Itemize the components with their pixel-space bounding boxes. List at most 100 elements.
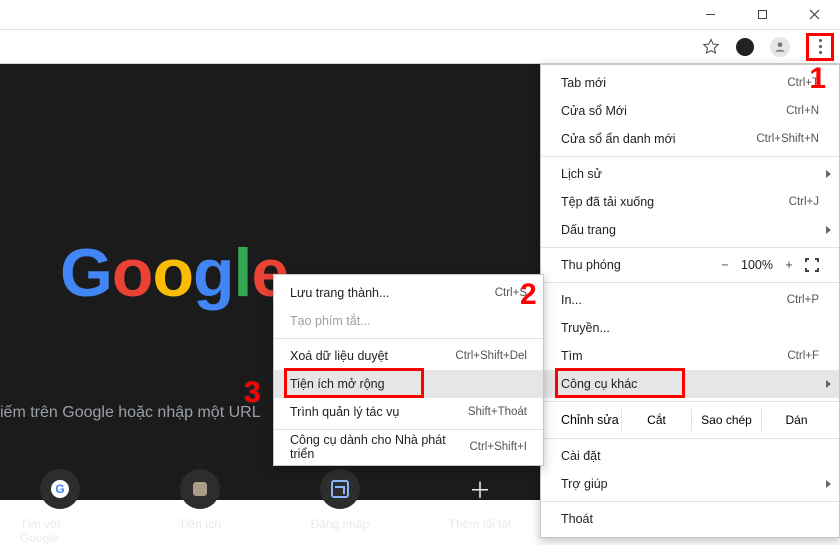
menu-help[interactable]: Trợ giúp — [541, 470, 839, 498]
menu-label: Trình quản lý tác vụ — [290, 405, 399, 419]
menu-label: Tìm — [561, 349, 583, 363]
menu-separator — [274, 429, 543, 430]
shortcut-google[interactable]: G Tìm với Google — [20, 469, 100, 545]
account-dot-icon[interactable] — [736, 38, 754, 56]
menu-label: Tab mới — [561, 76, 606, 90]
shortcut-login[interactable]: Đăng nhập — [300, 469, 380, 545]
menu-label: Cửa sổ Mới — [561, 104, 627, 118]
menu-label: Cài đặt — [561, 449, 601, 463]
menu-label: Thoát — [561, 512, 593, 526]
plus-icon: ＋ — [469, 473, 491, 505]
zoom-in-button[interactable]: + — [781, 258, 797, 272]
edit-paste-button[interactable]: Dán — [761, 409, 831, 431]
menu-label: Thu phóng — [561, 258, 621, 272]
annotation-box — [555, 368, 685, 398]
window-minimize-button[interactable] — [688, 1, 732, 29]
submenu-clear-data[interactable]: Xoá dữ liệu duyệt Ctrl+Shift+Del — [274, 342, 543, 370]
fullscreen-icon[interactable] — [805, 258, 819, 272]
shortcut-label: Tìm với Google — [20, 517, 100, 545]
annotation-box — [284, 368, 424, 398]
menu-separator — [541, 438, 839, 439]
menu-shortcut: Ctrl+J — [789, 196, 819, 208]
logo-letter: G — [60, 234, 112, 312]
logo-letter: o — [152, 234, 193, 312]
menu-cast[interactable]: Truyền... — [541, 314, 839, 342]
shortcut-label: Đăng nhập — [311, 517, 370, 531]
menu-shortcut: Ctrl+Shift+I — [469, 441, 527, 453]
menu-label: Chỉnh sửa — [561, 413, 621, 427]
logo-letter: l — [234, 234, 252, 312]
shortcut-label: Thêm lối tắt — [449, 517, 512, 531]
menu-shortcut: Ctrl+Shift+Del — [455, 350, 527, 362]
menu-more-tools[interactable]: Công cụ khác — [541, 370, 839, 398]
menu-shortcut: Ctrl+N — [786, 105, 819, 117]
puzzle-icon — [191, 480, 209, 498]
menu-label: Trợ giúp — [561, 477, 608, 491]
menu-label: Công cụ dành cho Nhà phát triển — [290, 433, 469, 461]
menu-exit[interactable]: Thoát — [541, 505, 839, 533]
more-menu-button[interactable] — [806, 33, 834, 61]
zoom-value: 100% — [741, 258, 773, 272]
profile-avatar-icon[interactable] — [770, 37, 790, 57]
annotation-number-3: 3 — [244, 376, 261, 410]
window-titlebar — [0, 0, 840, 30]
menu-label: Tệp đã tải xuống — [561, 195, 654, 209]
menu-new-tab[interactable]: Tab mới Ctrl+T — [541, 69, 839, 97]
chevron-right-icon — [826, 480, 831, 488]
more-tools-submenu: Lưu trang thành... Ctrl+S Tạo phím tắt..… — [273, 274, 544, 466]
chevron-right-icon — [826, 226, 831, 234]
menu-edit-row: Chỉnh sửa Cắt Sao chép Dán — [541, 405, 839, 435]
shortcut-extensions[interactable]: Tiện ích — [160, 469, 240, 545]
menu-history[interactable]: Lịch sử — [541, 160, 839, 188]
shortcut-row: G Tìm với Google Tiện ích Đăng nhập ＋ Th… — [20, 469, 520, 545]
menu-shortcut: Ctrl+F — [787, 350, 819, 362]
menu-print[interactable]: In... Ctrl+P — [541, 286, 839, 314]
submenu-save-page[interactable]: Lưu trang thành... Ctrl+S — [274, 279, 543, 307]
menu-separator — [541, 156, 839, 157]
menu-label: Lưu trang thành... — [290, 286, 389, 300]
login-icon — [331, 480, 349, 498]
search-placeholder-text: iếm trên Google hoặc nhập một URL — [0, 404, 261, 422]
submenu-task-manager[interactable]: Trình quản lý tác vụ Shift+Thoát — [274, 398, 543, 426]
shortcut-label: Tiện ích — [179, 517, 221, 531]
submenu-create-shortcut: Tạo phím tắt... — [274, 307, 543, 335]
browser-toolbar — [0, 30, 840, 64]
logo-letter: g — [193, 234, 234, 312]
menu-zoom-row: Thu phóng − 100% + — [541, 251, 839, 279]
submenu-dev-tools[interactable]: Công cụ dành cho Nhà phát triển Ctrl+Shi… — [274, 433, 543, 461]
menu-separator — [541, 401, 839, 402]
menu-settings[interactable]: Cài đặt — [541, 442, 839, 470]
menu-downloads[interactable]: Tệp đã tải xuống Ctrl+J — [541, 188, 839, 216]
menu-label: Lịch sử — [561, 167, 602, 181]
menu-find[interactable]: Tìm Ctrl+F — [541, 342, 839, 370]
chrome-main-menu: Tab mới Ctrl+T Cửa sổ Mới Ctrl+N Cửa sổ … — [540, 64, 840, 538]
menu-new-window[interactable]: Cửa sổ Mới Ctrl+N — [541, 97, 839, 125]
menu-separator — [274, 338, 543, 339]
menu-label: Xoá dữ liệu duyệt — [290, 349, 388, 363]
menu-new-incognito[interactable]: Cửa sổ ẩn danh mới Ctrl+Shift+N — [541, 125, 839, 153]
menu-label: Cửa sổ ẩn danh mới — [561, 132, 676, 146]
annotation-number-1: 1 — [809, 62, 826, 96]
logo-letter: o — [112, 234, 153, 312]
edit-cut-button[interactable]: Cắt — [621, 409, 691, 431]
menu-label: Truyền... — [561, 321, 610, 335]
menu-bookmarks[interactable]: Dấu trang — [541, 216, 839, 244]
window-close-button[interactable] — [792, 1, 836, 29]
chevron-right-icon — [826, 170, 831, 178]
bookmark-star-icon[interactable] — [702, 38, 720, 56]
annotation-number-2: 2 — [520, 278, 537, 312]
menu-separator — [541, 501, 839, 502]
menu-shortcut: Shift+Thoát — [468, 406, 527, 418]
edit-copy-button[interactable]: Sao chép — [691, 409, 761, 431]
menu-shortcut: Ctrl+P — [787, 294, 819, 306]
window-maximize-button[interactable] — [740, 1, 784, 29]
menu-shortcut: Ctrl+Shift+N — [756, 133, 819, 145]
menu-separator — [541, 247, 839, 248]
shortcut-add[interactable]: ＋ Thêm lối tắt — [440, 469, 520, 545]
zoom-out-button[interactable]: − — [717, 258, 733, 272]
menu-label: Tạo phím tắt... — [290, 314, 371, 328]
google-logo: Google — [60, 234, 288, 312]
menu-label: In... — [561, 293, 582, 307]
submenu-extensions[interactable]: Tiện ích mở rộng — [274, 370, 543, 398]
chevron-right-icon — [826, 380, 831, 388]
